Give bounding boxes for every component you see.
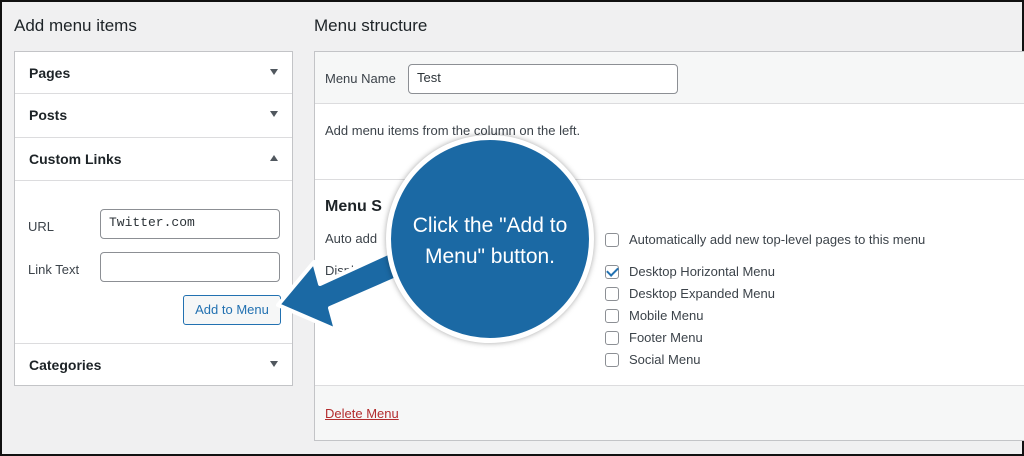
callout-line-2: Menu" button. [424, 245, 556, 268]
accordion-posts-label: Posts [29, 107, 68, 123]
link-text-input[interactable] [100, 252, 280, 282]
chevron-down-icon[interactable] [270, 361, 278, 367]
menu-settings-heading: Menu S [325, 198, 382, 215]
link-text-label: Link Text [28, 262, 80, 277]
display-location-label: Desktop Horizontal Menu [629, 264, 775, 279]
accordion-pages-label: Pages [29, 65, 71, 81]
callout-line-1: Click the "Add to [412, 214, 568, 237]
custom-links-panel: URL Twitter.com Link Text Add to Menu [15, 181, 292, 344]
accordion-pages[interactable]: Pages [15, 52, 292, 94]
display-location-checkbox[interactable] [605, 264, 619, 279]
display-location-checkbox[interactable] [605, 309, 619, 323]
callout-bubble: Click the "Add to Menu" button. [386, 135, 594, 343]
display-location-checkbox[interactable] [605, 353, 619, 367]
checkmark-icon [606, 264, 619, 277]
display-location-checkbox[interactable] [605, 287, 619, 301]
chevron-up-icon[interactable] [270, 155, 278, 161]
auto-add-pages-label: Automatically add new top-level pages to… [629, 232, 926, 247]
add-menu-items-heading: Add menu items [14, 16, 137, 35]
accordion-custom-links[interactable]: Custom Links [15, 138, 292, 181]
menu-name-input[interactable]: Test [408, 64, 678, 94]
accordion-posts[interactable]: Posts [15, 94, 292, 138]
auto-add-pages-checkbox[interactable] [605, 233, 619, 247]
callout-text: Click the "Add to Menu" button. [391, 210, 589, 272]
menu-structure-heading: Menu structure [314, 16, 428, 35]
chevron-down-icon[interactable] [270, 69, 278, 75]
accordion-categories[interactable]: Categories [15, 344, 292, 385]
display-location-label: Mobile Menu [629, 308, 704, 323]
display-location-label: Footer Menu [629, 330, 703, 345]
delete-menu-link[interactable]: Delete Menu [325, 406, 399, 421]
accordion-custom-links-label: Custom Links [29, 151, 122, 167]
url-input[interactable]: Twitter.com [100, 209, 280, 239]
menu-name-bar: Menu Name Test [315, 52, 1024, 104]
display-location-checkbox[interactable] [605, 331, 619, 345]
menu-name-label: Menu Name [325, 71, 396, 86]
menu-footer-bar: Delete Menu [315, 385, 1024, 440]
display-location-label: Social Menu [629, 352, 701, 367]
display-location-label: Desktop Expanded Menu [629, 286, 775, 301]
menu-instructions: Add menu items from the column on the le… [325, 123, 581, 138]
accordion-categories-label: Categories [29, 357, 102, 373]
chevron-down-icon[interactable] [270, 111, 278, 117]
url-label: URL [28, 219, 55, 234]
add-menu-items-accordion: Pages Posts Custom Links URL Twitter.com… [14, 51, 293, 386]
